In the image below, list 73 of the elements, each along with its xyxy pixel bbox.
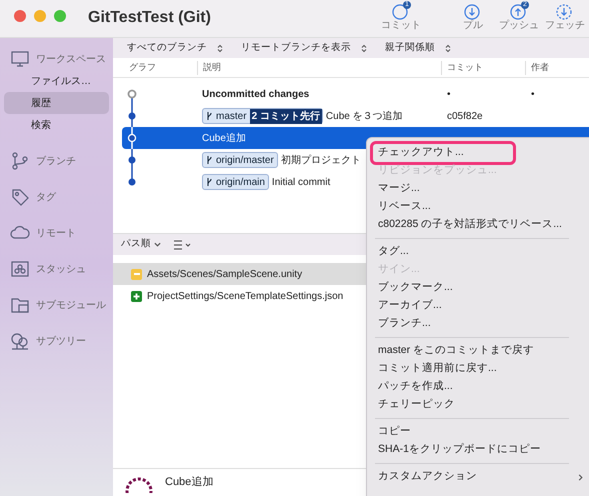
stash-icon (10, 259, 30, 279)
author-name: • (531, 88, 535, 100)
branch-label[interactable]: origin/main (202, 174, 269, 190)
graph-node-drawing (127, 149, 137, 171)
graph-node-drawing (127, 127, 137, 149)
sidebar-section[interactable]: タグ (0, 186, 113, 208)
branch-name: master (216, 110, 247, 124)
branch-label[interactable]: master 2 コミット先行 (202, 108, 323, 124)
branch-name: origin/main (216, 176, 265, 190)
toolbar-button[interactable]: フェッチ (543, 0, 587, 32)
commit-message: Initial commit (272, 176, 330, 190)
menu-item[interactable]: チェリーピック (373, 396, 579, 414)
menu-item[interactable]: マージ... (373, 180, 579, 198)
close-button[interactable] (14, 10, 26, 22)
filter-dropdown[interactable]: すべてのブランチ (127, 40, 223, 56)
toolbar-button[interactable]: プル (451, 0, 495, 32)
workspace-icon (10, 49, 30, 69)
chevron-down-icon (154, 241, 161, 248)
stepper-icon (445, 44, 451, 52)
sidebar-section[interactable]: ワークスペース (0, 48, 113, 70)
branch-icon (206, 177, 213, 187)
menu-item[interactable]: コミット適用前に戻す... (373, 360, 579, 378)
commit-message: 初期プロジェクト (280, 154, 361, 168)
sidebar-item[interactable]: 検索 (4, 114, 109, 136)
commit-title: Cube追加 (165, 475, 214, 490)
sidebar-item[interactable]: 履歴 (4, 92, 109, 114)
chevron-right-icon (577, 474, 584, 480)
column-header[interactable]: グラフ (113, 60, 197, 74)
sidebar-section[interactable]: スタッシュ (0, 258, 113, 280)
commit-hash: c05f82e (447, 110, 483, 122)
sidebar-item[interactable]: ファイルス… (4, 70, 109, 92)
file-path: ProjectSettings/SceneTemplateSettings.json (147, 290, 344, 304)
column-header[interactable]: 作者 (525, 60, 585, 74)
branch-icon (206, 111, 213, 121)
menu-item[interactable]: タグ... (373, 243, 579, 261)
commit-message: Cube追加 (202, 132, 246, 146)
menu-item[interactable]: ブランチ... (373, 315, 579, 333)
modified-icon (131, 268, 142, 280)
sidebar-section[interactable]: サブモジュール (0, 294, 113, 316)
filter-dropdown[interactable]: リモートブランチを表示 (241, 40, 367, 56)
graph-node-drawing (127, 105, 137, 127)
stepper-icon (361, 44, 367, 52)
added-icon (131, 290, 142, 302)
filter-dropdown[interactable]: 親子関係順 (385, 40, 451, 56)
menu-item[interactable]: リベース... (373, 198, 579, 216)
column-header[interactable]: 説明 (197, 60, 441, 74)
menu-item[interactable]: アーカイブ... (373, 297, 579, 315)
column-header[interactable]: コミット (441, 60, 525, 74)
menu-item[interactable]: コピー (373, 423, 579, 441)
branch-icon (206, 155, 213, 165)
commit-hash: • (447, 88, 451, 100)
sidebar-section[interactable]: サブツリー (0, 330, 113, 352)
commit-message: Uncommitted changes (202, 88, 310, 102)
stepper-icon (217, 44, 223, 52)
window-title: GitTestTest (Git) (88, 8, 211, 28)
menu-item[interactable]: パッチを作成... (373, 378, 579, 396)
sort-dropdown[interactable]: パス順 (121, 237, 161, 252)
commit-message: Cube を３つ追加 (326, 110, 403, 124)
branch-name: origin/master (216, 154, 274, 168)
branch-icon (10, 151, 30, 171)
menu-item[interactable]: SHA-1をクリップボードにコピー (373, 441, 579, 459)
tag-icon (10, 187, 30, 207)
branch-label[interactable]: origin/master (202, 152, 278, 168)
file-path: Assets/Scenes/SampleScene.unity (147, 268, 302, 282)
menu-item[interactable]: カスタムアクション (373, 468, 579, 486)
menu-item[interactable]: c802285 の子を対話形式でリベース... (373, 216, 579, 234)
zoom-button[interactable] (54, 10, 66, 22)
list-view-icon (173, 240, 193, 250)
minimize-button[interactable] (34, 10, 46, 22)
commit-row[interactable]: Uncommitted changes • • (122, 83, 589, 105)
menu-item[interactable]: master をこのコミットまで戻す (373, 342, 579, 360)
ahead-badge: 2 コミット先行 (250, 108, 322, 124)
subtree-icon (10, 331, 30, 351)
